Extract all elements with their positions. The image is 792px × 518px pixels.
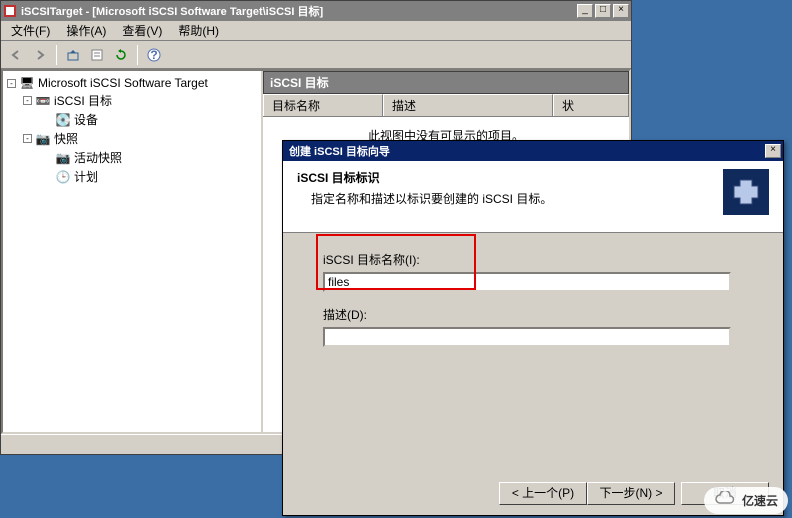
col-description[interactable]: 描述	[383, 94, 553, 116]
back-button[interactable]	[5, 44, 27, 66]
tree-devices-label: 设备	[74, 111, 98, 128]
toolbar-separator	[137, 45, 138, 65]
back-button[interactable]: < 上一个(P)	[499, 482, 587, 505]
target-name-label: iSCSI 目标名称(I):	[323, 251, 753, 268]
device-icon: 💽	[56, 113, 70, 127]
col-status[interactable]: 状	[553, 94, 629, 116]
target-icon: 📼	[36, 94, 50, 108]
app-icon	[3, 4, 17, 18]
column-headers: 目标名称 描述 状	[263, 94, 629, 117]
wizard-body: iSCSI 目标名称(I): 描述(D):	[283, 233, 783, 347]
menu-help[interactable]: 帮助(H)	[172, 20, 225, 41]
tree-targets[interactable]: - 📼 iSCSI 目标	[5, 91, 259, 110]
next-button[interactable]: 下一步(N) >	[587, 482, 675, 505]
tree-root[interactable]: - 🖥 Microsoft iSCSI Software Target	[5, 75, 259, 91]
description-group: 描述(D):	[323, 306, 753, 347]
content-header: iSCSI 目标	[263, 71, 629, 94]
server-icon: 🖥	[20, 76, 34, 90]
minimize-button[interactable]: _	[577, 4, 593, 18]
target-name-input[interactable]	[323, 272, 731, 292]
wizard-header-title: iSCSI 目标标识	[297, 169, 723, 186]
tree-root-label: Microsoft iSCSI Software Target	[38, 76, 208, 90]
collapse-icon[interactable]: -	[23, 134, 32, 143]
wizard-title: 创建 iSCSI 目标向导	[285, 143, 765, 159]
tree-targets-label: iSCSI 目标	[54, 92, 112, 109]
collapse-icon[interactable]: -	[7, 79, 16, 88]
wizard-close-button[interactable]: ×	[765, 144, 781, 158]
toolbar: ?	[1, 41, 631, 69]
help-button[interactable]: ?	[143, 44, 165, 66]
target-name-group: iSCSI 目标名称(I):	[323, 251, 753, 292]
maximize-button[interactable]: □	[595, 4, 611, 18]
tree-active-label: 活动快照	[74, 149, 122, 166]
tree-schedule-label: 计划	[74, 168, 98, 185]
watermark-text: 亿速云	[742, 492, 778, 509]
tree-snapshots-label: 快照	[54, 130, 78, 147]
tree-active-snapshots[interactable]: 📷 活动快照	[5, 148, 259, 167]
properties-button[interactable]	[86, 44, 108, 66]
clock-icon: 🕒	[56, 170, 70, 184]
description-label: 描述(D):	[323, 306, 753, 323]
watermark: 亿速云	[704, 487, 788, 514]
mmc-titlebar: iSCSITarget - [Microsoft iSCSI Software …	[1, 1, 631, 21]
camera-icon: 📷	[36, 132, 50, 146]
menu-view[interactable]: 查看(V)	[116, 20, 168, 41]
menu-action[interactable]: 操作(A)	[60, 20, 112, 41]
tree-schedule[interactable]: 🕒 计划	[5, 167, 259, 186]
window-controls: _ □ ×	[577, 4, 629, 18]
menubar: 文件(F) 操作(A) 查看(V) 帮助(H)	[1, 21, 631, 41]
wizard-header: iSCSI 目标标识 指定名称和描述以标识要创建的 iSCSI 目标。	[283, 161, 783, 233]
up-button[interactable]	[62, 44, 84, 66]
wizard-icon	[723, 169, 769, 215]
description-input[interactable]	[323, 327, 731, 347]
menu-file[interactable]: 文件(F)	[5, 20, 56, 41]
toolbar-separator	[56, 45, 57, 65]
collapse-icon[interactable]: -	[23, 96, 32, 105]
tree-devices[interactable]: 💽 设备	[5, 110, 259, 129]
wizard-titlebar: 创建 iSCSI 目标向导 ×	[283, 141, 783, 161]
mmc-title-text: iSCSITarget - [Microsoft iSCSI Software …	[21, 3, 577, 19]
cloud-icon	[714, 491, 736, 510]
svg-text:?: ?	[150, 48, 157, 62]
forward-button[interactable]	[29, 44, 51, 66]
wizard-header-subtitle: 指定名称和描述以标识要创建的 iSCSI 目标。	[297, 190, 723, 207]
create-target-wizard: 创建 iSCSI 目标向导 × iSCSI 目标标识 指定名称和描述以标识要创建…	[282, 140, 784, 516]
refresh-button[interactable]	[110, 44, 132, 66]
tree-snapshots[interactable]: - 📷 快照	[5, 129, 259, 148]
tree-pane[interactable]: - 🖥 Microsoft iSCSI Software Target - 📼 …	[3, 71, 263, 432]
col-target-name[interactable]: 目标名称	[263, 94, 383, 116]
camera-icon: 📷	[56, 151, 70, 165]
close-button[interactable]: ×	[613, 4, 629, 18]
